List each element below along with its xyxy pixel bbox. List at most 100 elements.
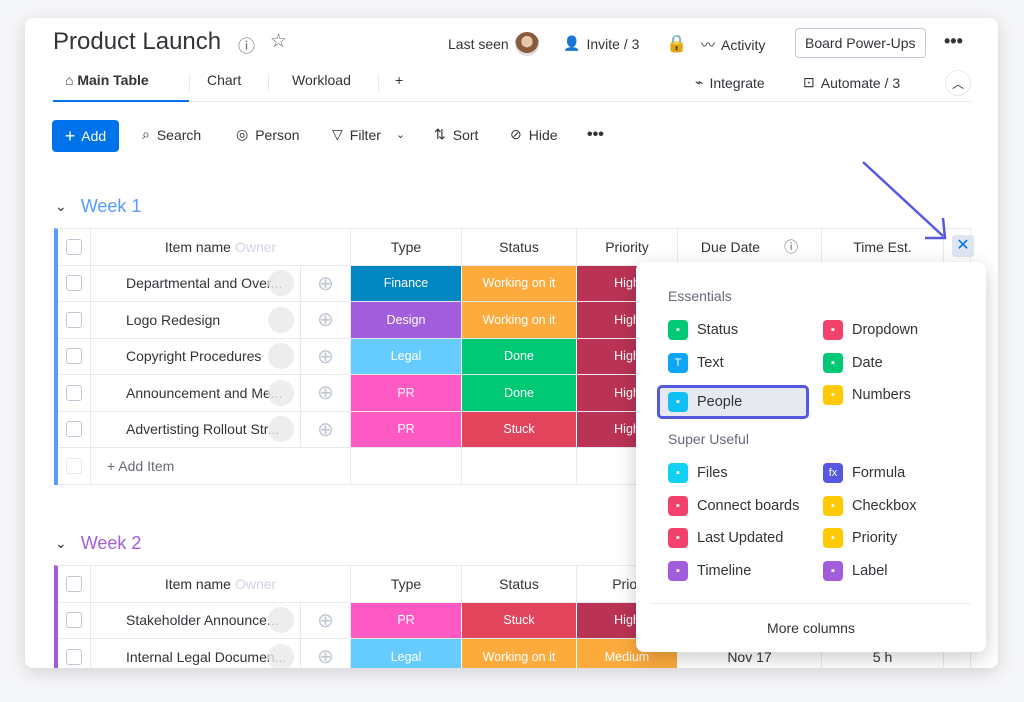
invite-button[interactable]: 👤 Invite / 3	[563, 35, 639, 52]
item-name-cell[interactable]: Advertisting Rollout Str...	[91, 411, 301, 447]
header-item-name[interactable]: Item name Owner	[91, 229, 351, 265]
more-columns-button[interactable]: More columns	[636, 620, 986, 636]
column-option-checkbox[interactable]: ▪ Checkbox	[823, 495, 916, 516]
privacy-icon[interactable]: 🔒	[666, 34, 687, 54]
header-item-name[interactable]: Item name Owner	[91, 566, 351, 602]
chevron-down-icon[interactable]: ⌄	[396, 128, 405, 141]
activity-button[interactable]: 〰 Activity	[701, 35, 765, 55]
item-name-cell[interactable]: Stakeholder Announce...	[91, 602, 301, 638]
column-option-timeline[interactable]: ▪ Timeline	[668, 560, 751, 581]
status-cell[interactable]: Done	[462, 338, 577, 374]
type-cell[interactable]: PR	[351, 411, 462, 447]
tab-workload[interactable]: Workload	[292, 72, 351, 88]
checkbox[interactable]	[66, 348, 82, 365]
add-update-icon[interactable]: ⊕	[301, 411, 351, 447]
item-name-cell[interactable]: Copyright Procedures	[91, 338, 301, 374]
header-due-date[interactable]: Due Date ⓘ	[678, 229, 822, 265]
add-button[interactable]: + Add	[52, 120, 119, 152]
type-cell[interactable]: Design	[351, 302, 462, 338]
row-checkbox-cell[interactable]	[58, 338, 91, 374]
group-title[interactable]: ⌄ Week 2	[55, 533, 141, 554]
column-option-last-updated[interactable]: ▪ Last Updated	[668, 528, 783, 548]
header-status[interactable]: Status	[462, 566, 577, 602]
tab-chart[interactable]: Chart	[207, 72, 241, 88]
add-update-icon[interactable]: ⊕	[301, 602, 351, 638]
checkbox[interactable]	[66, 238, 82, 255]
select-all-checkbox[interactable]	[58, 229, 91, 265]
add-view-button[interactable]: +	[395, 72, 403, 88]
header-status[interactable]: Status	[462, 229, 577, 265]
column-option-priority[interactable]: ▪ Priority	[823, 528, 897, 548]
column-option-connect-boards[interactable]: ▪ Connect boards	[668, 495, 799, 516]
status-cell[interactable]: Working on it	[462, 265, 577, 301]
item-name-cell[interactable]: Departmental and Over...	[91, 265, 301, 301]
checkbox[interactable]	[66, 421, 82, 438]
column-option-people[interactable]: ▪ People	[657, 385, 809, 419]
hide-button[interactable]: ⊘ Hide	[510, 126, 558, 143]
add-update-icon[interactable]: ⊕	[301, 338, 351, 374]
header-type[interactable]: Type	[351, 566, 462, 602]
column-option-dropdown[interactable]: ▪ Dropdown	[823, 320, 918, 340]
item-name-cell[interactable]: Announcement and Me...	[91, 375, 301, 411]
search-button[interactable]: ⌕ Search	[142, 126, 201, 143]
column-option-label[interactable]: ▪ Label	[823, 560, 887, 581]
info-icon[interactable]: ⓘ	[784, 237, 798, 257]
status-cell[interactable]: Stuck	[462, 411, 577, 447]
status-cell[interactable]: Done	[462, 375, 577, 411]
row-checkbox-cell[interactable]	[58, 265, 91, 301]
add-update-icon[interactable]: ⊕	[301, 375, 351, 411]
item-name-cell[interactable]: Logo Redesign	[91, 302, 301, 338]
column-option-numbers[interactable]: ▪ Numbers	[823, 385, 911, 405]
row-checkbox-cell[interactable]	[58, 411, 91, 447]
chevron-down-icon[interactable]: ⌄	[55, 198, 67, 215]
tab-main-table[interactable]: ⌂ Main Table	[65, 72, 149, 88]
checkbox[interactable]	[66, 648, 82, 665]
owner-avatar[interactable]	[268, 306, 294, 333]
row-checkbox-cell[interactable]	[58, 302, 91, 338]
add-update-icon[interactable]: ⊕	[301, 302, 351, 338]
column-option-text[interactable]: T Text	[668, 352, 724, 373]
column-option-status[interactable]: ▪ Status	[668, 320, 738, 340]
person-filter-button[interactable]: ◎ Person	[236, 126, 300, 143]
header-type[interactable]: Type	[351, 229, 462, 265]
select-all-checkbox[interactable]	[58, 566, 91, 602]
type-cell[interactable]: PR	[351, 602, 462, 638]
board-power-ups-button[interactable]: Board Power-Ups	[795, 28, 926, 58]
chevron-down-icon[interactable]: ⌄	[55, 535, 67, 552]
owner-avatar[interactable]	[268, 607, 294, 634]
status-cell[interactable]: Working on it	[462, 302, 577, 338]
type-cell[interactable]: Legal	[351, 338, 462, 374]
checkbox[interactable]	[66, 575, 82, 592]
filter-button[interactable]: ▽ Filter ⌄	[332, 126, 405, 143]
type-cell[interactable]: Legal	[351, 639, 462, 668]
row-checkbox-cell[interactable]	[58, 602, 91, 638]
owner-avatar[interactable]	[268, 416, 294, 443]
type-cell[interactable]: PR	[351, 375, 462, 411]
add-update-icon[interactable]: ⊕	[301, 265, 351, 301]
checkbox[interactable]	[66, 384, 82, 401]
checkbox[interactable]	[66, 311, 82, 328]
row-checkbox-cell[interactable]	[58, 639, 91, 668]
column-option-date[interactable]: ▪ Date	[823, 352, 883, 373]
add-item-input[interactable]: + Add Item	[91, 448, 351, 484]
checkbox[interactable]	[66, 275, 82, 292]
status-cell[interactable]: Working on it	[462, 639, 577, 668]
owner-avatar[interactable]	[268, 270, 294, 297]
more-icon[interactable]: •••	[587, 126, 604, 144]
column-option-formula[interactable]: fx Formula	[823, 463, 905, 483]
owner-avatar[interactable]	[268, 343, 294, 370]
more-icon[interactable]: •••	[944, 31, 963, 52]
owner-avatar[interactable]	[268, 379, 294, 406]
info-icon[interactable]: ⓘ	[238, 32, 255, 57]
group-title[interactable]: ⌄ Week 1	[55, 196, 141, 217]
sort-button[interactable]: ⇅ Sort	[434, 126, 478, 143]
star-icon[interactable]: ☆	[270, 30, 287, 53]
close-icon[interactable]: ✕	[952, 235, 974, 257]
type-cell[interactable]: Finance	[351, 265, 462, 301]
column-option-files[interactable]: ▪ Files	[668, 463, 728, 483]
checkbox[interactable]	[66, 612, 82, 629]
item-name-cell[interactable]: Internal Legal Documen...	[91, 639, 301, 668]
add-update-icon[interactable]: ⊕	[301, 639, 351, 668]
status-cell[interactable]: Stuck	[462, 602, 577, 638]
last-seen[interactable]: Last seen	[448, 32, 539, 56]
